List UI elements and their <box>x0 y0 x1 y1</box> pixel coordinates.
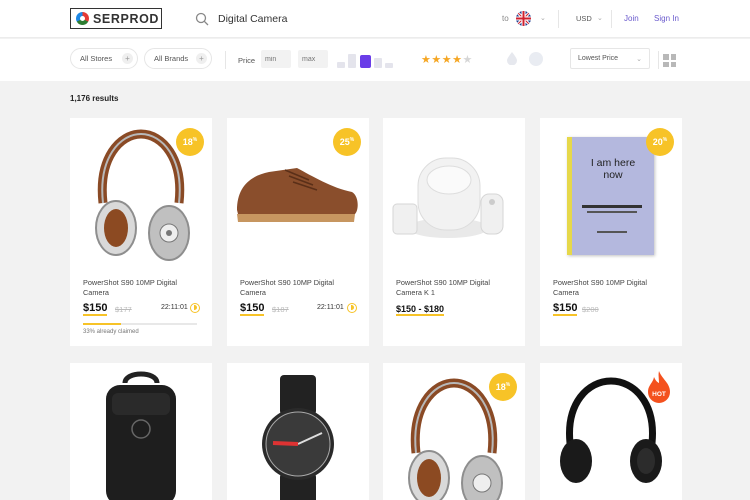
product-title[interactable]: PowerShot S90 10MP Digital Camera <box>83 278 201 298</box>
discount-badge: 18% <box>489 373 517 401</box>
product-card[interactable] <box>70 363 212 500</box>
all-brands-filter[interactable]: All Brands + <box>144 48 212 69</box>
old-price: $187 <box>272 305 289 314</box>
discount-badge: 20% <box>646 128 674 156</box>
sort-select[interactable]: Lowest Price ⌄ <box>570 48 650 69</box>
logo[interactable]: SERPROD <box>70 8 162 29</box>
currency-select[interactable]: USD <box>576 14 592 23</box>
old-price: $177 <box>115 305 132 314</box>
badge-icon[interactable] <box>529 52 543 66</box>
product-price: $150 <box>83 302 108 316</box>
book-cover-title: I am here now <box>590 157 636 181</box>
plus-icon[interactable]: + <box>122 53 133 64</box>
price-label: Price <box>238 56 256 65</box>
product-price: $150 <box>240 302 265 316</box>
histogram-bar <box>374 58 382 68</box>
hot-badge: HOT <box>648 371 670 403</box>
sort-label: Lowest Price <box>578 55 619 62</box>
star-icon[interactable]: ★ <box>463 54 473 66</box>
deal-timer: 22:11:01 <box>161 304 188 311</box>
search-icon[interactable] <box>195 12 209 26</box>
product-card[interactable]: PowerShot S90 10MP Digital Camera K 1 $1… <box>383 118 525 346</box>
backpack-image[interactable] <box>70 363 212 500</box>
product-title[interactable]: PowerShot S90 10MP Digital Camera K 1 <box>396 278 514 298</box>
product-title[interactable]: PowerShot S90 10MP Digital Camera <box>240 278 358 298</box>
star-icon[interactable]: ★ <box>452 54 462 66</box>
clock-icon <box>347 303 357 313</box>
uk-flag-icon[interactable] <box>516 11 531 26</box>
join-link[interactable]: Join <box>624 14 639 23</box>
grid-view-toggle[interactable] <box>661 52 678 69</box>
product-card[interactable]: HOT <box>540 363 682 500</box>
chevron-down-icon[interactable]: ⌄ <box>597 14 603 22</box>
logo-mark-icon <box>76 12 89 25</box>
drop-icon[interactable] <box>507 52 517 65</box>
divider <box>611 10 612 28</box>
histogram-bar <box>385 63 393 68</box>
product-card[interactable]: 25% PowerShot S90 10MP Digital Camera $1… <box>227 118 369 346</box>
all-stores-filter[interactable]: All Stores + <box>70 48 138 69</box>
price-max-input[interactable] <box>298 50 328 68</box>
watch-image[interactable] <box>227 363 369 500</box>
product-price: $150 <box>553 302 578 316</box>
chevron-down-icon: ⌄ <box>636 56 642 63</box>
discount-badge: 25% <box>333 128 361 156</box>
claimed-progress-bar <box>83 323 197 325</box>
claimed-text: 33% already claimed <box>83 329 139 335</box>
plus-icon[interactable]: + <box>196 53 207 64</box>
top-header: SERPROD to ⌄ USD ⌄ Join Sign In <box>0 0 750 38</box>
product-card[interactable] <box>227 363 369 500</box>
product-title[interactable]: PowerShot S90 10MP Digital Camera <box>553 278 671 298</box>
histogram-bar <box>348 54 356 68</box>
smart-home-kit-image[interactable] <box>383 118 525 266</box>
star-icon[interactable]: ★ <box>431 54 441 66</box>
star-icon[interactable]: ★ <box>421 54 431 66</box>
product-price: $150 - $180 <box>396 304 445 316</box>
product-card[interactable]: 18% PowerShot S90 10MP Digital Camera $1… <box>70 118 212 346</box>
old-price: $200 <box>582 305 599 314</box>
price-min-input[interactable] <box>261 50 291 68</box>
filter-bar: All Stores + All Brands + Price ★★★★★ Lo… <box>0 39 750 81</box>
chevron-down-icon[interactable]: ⌄ <box>540 14 546 22</box>
results-count: 1,176 results <box>70 94 119 103</box>
clock-icon <box>190 303 200 313</box>
divider <box>558 10 559 28</box>
svg-text:HOT: HOT <box>652 391 666 398</box>
product-card[interactable]: I am here now 20% PowerShot S90 10MP Dig… <box>540 118 682 346</box>
all-stores-label: All Stores <box>80 54 113 63</box>
rating-filter[interactable]: ★★★★★ <box>421 53 473 66</box>
discount-badge: 18% <box>176 128 204 156</box>
logo-text: SERPROD <box>93 11 160 26</box>
divider <box>658 51 659 69</box>
histogram-bar <box>337 62 345 68</box>
divider <box>225 51 226 69</box>
star-icon[interactable]: ★ <box>442 54 452 66</box>
sign-in-link[interactable]: Sign In <box>654 14 679 23</box>
search-input[interactable] <box>218 10 478 28</box>
all-brands-label: All Brands <box>154 54 189 63</box>
ship-to-label: to <box>502 14 509 23</box>
histogram-bar-active[interactable] <box>360 55 371 68</box>
product-card[interactable]: 18% <box>383 363 525 500</box>
deal-timer: 22:11:01 <box>317 304 344 311</box>
